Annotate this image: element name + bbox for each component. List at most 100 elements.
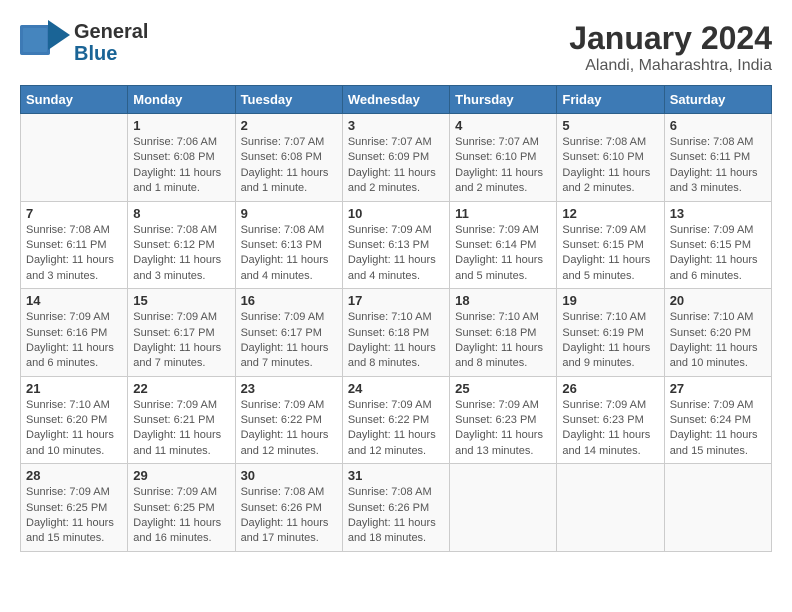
calendar-cell bbox=[21, 114, 128, 202]
column-header-friday: Friday bbox=[557, 86, 664, 114]
calendar-cell: 24 Sunrise: 7:09 AMSunset: 6:22 PMDayligh… bbox=[342, 376, 449, 464]
calendar-cell: 8 Sunrise: 7:08 AMSunset: 6:12 PMDaylight… bbox=[128, 201, 235, 289]
day-info: Sunrise: 7:08 AMSunset: 6:11 PMDaylight:… bbox=[26, 223, 122, 285]
day-info: Sunrise: 7:10 AMSunset: 6:18 PMDaylight:… bbox=[348, 310, 444, 372]
day-number: 31 bbox=[348, 468, 444, 483]
calendar-week-row: 28 Sunrise: 7:09 AMSunset: 6:25 PMDayligh… bbox=[21, 464, 772, 552]
day-info: Sunrise: 7:09 AMSunset: 6:15 PMDaylight:… bbox=[562, 223, 658, 285]
day-info: Sunrise: 7:08 AMSunset: 6:11 PMDaylight:… bbox=[670, 135, 766, 197]
day-info: Sunrise: 7:10 AMSunset: 6:18 PMDaylight:… bbox=[455, 310, 551, 372]
day-info: Sunrise: 7:07 AMSunset: 6:10 PMDaylight:… bbox=[455, 135, 551, 197]
calendar-cell bbox=[664, 464, 771, 552]
calendar-cell: 4 Sunrise: 7:07 AMSunset: 6:10 PMDaylight… bbox=[450, 114, 557, 202]
day-number: 10 bbox=[348, 206, 444, 221]
day-number: 8 bbox=[133, 206, 229, 221]
calendar-cell: 7 Sunrise: 7:08 AMSunset: 6:11 PMDaylight… bbox=[21, 201, 128, 289]
day-number: 29 bbox=[133, 468, 229, 483]
day-number: 25 bbox=[455, 381, 551, 396]
calendar-table: SundayMondayTuesdayWednesdayThursdayFrid… bbox=[20, 85, 772, 552]
day-info: Sunrise: 7:06 AMSunset: 6:08 PMDaylight:… bbox=[133, 135, 229, 197]
calendar-cell: 29 Sunrise: 7:09 AMSunset: 6:25 PMDayligh… bbox=[128, 464, 235, 552]
calendar-cell: 19Sunrise: 7:10 AMSunset: 6:19 PMDayligh… bbox=[557, 289, 664, 377]
day-info: Sunrise: 7:08 AMSunset: 6:12 PMDaylight:… bbox=[133, 223, 229, 285]
calendar-cell: 9 Sunrise: 7:08 AMSunset: 6:13 PMDaylight… bbox=[235, 201, 342, 289]
calendar-cell: 23Sunrise: 7:09 AMSunset: 6:22 PMDayligh… bbox=[235, 376, 342, 464]
day-info: Sunrise: 7:09 AMSunset: 6:17 PMDaylight:… bbox=[133, 310, 229, 372]
day-info: Sunrise: 7:07 AMSunset: 6:08 PMDaylight:… bbox=[241, 135, 337, 197]
day-info: Sunrise: 7:09 AMSunset: 6:16 PMDaylight:… bbox=[26, 310, 122, 372]
calendar-cell: 15Sunrise: 7:09 AMSunset: 6:17 PMDayligh… bbox=[128, 289, 235, 377]
calendar-cell: 5 Sunrise: 7:08 AMSunset: 6:10 PMDaylight… bbox=[557, 114, 664, 202]
day-info: Sunrise: 7:10 AMSunset: 6:20 PMDaylight:… bbox=[670, 310, 766, 372]
calendar-cell: 13 Sunrise: 7:09 AMSunset: 6:15 PMDayligh… bbox=[664, 201, 771, 289]
day-number: 28 bbox=[26, 468, 122, 483]
calendar-week-row: 14 Sunrise: 7:09 AMSunset: 6:16 PMDayligh… bbox=[21, 289, 772, 377]
calendar-cell: 17 Sunrise: 7:10 AMSunset: 6:18 PMDayligh… bbox=[342, 289, 449, 377]
day-number: 30 bbox=[241, 468, 337, 483]
calendar-body: 1 Sunrise: 7:06 AMSunset: 6:08 PMDaylight… bbox=[21, 114, 772, 552]
day-info: Sunrise: 7:09 AMSunset: 6:13 PMDaylight:… bbox=[348, 223, 444, 285]
calendar-cell: 1 Sunrise: 7:06 AMSunset: 6:08 PMDaylight… bbox=[128, 114, 235, 202]
calendar-cell: 11 Sunrise: 7:09 AMSunset: 6:14 PMDayligh… bbox=[450, 201, 557, 289]
day-number: 1 bbox=[133, 118, 229, 133]
day-info: Sunrise: 7:09 AMSunset: 6:23 PMDaylight:… bbox=[455, 398, 551, 460]
day-info: Sunrise: 7:09 AMSunset: 6:25 PMDaylight:… bbox=[26, 485, 122, 547]
calendar-title-block: January 2024 Alandi, Maharashtra, India bbox=[569, 20, 772, 75]
calendar-title: January 2024 bbox=[569, 20, 772, 57]
day-number: 14 bbox=[26, 293, 122, 308]
day-number: 24 bbox=[348, 381, 444, 396]
day-number: 17 bbox=[348, 293, 444, 308]
day-number: 5 bbox=[562, 118, 658, 133]
calendar-cell: 18 Sunrise: 7:10 AMSunset: 6:18 PMDayligh… bbox=[450, 289, 557, 377]
calendar-cell: 2 Sunrise: 7:07 AMSunset: 6:08 PMDaylight… bbox=[235, 114, 342, 202]
day-number: 26 bbox=[562, 381, 658, 396]
day-info: Sunrise: 7:09 AMSunset: 6:14 PMDaylight:… bbox=[455, 223, 551, 285]
day-number: 21 bbox=[26, 381, 122, 396]
calendar-cell: 26 Sunrise: 7:09 AMSunset: 6:23 PMDayligh… bbox=[557, 376, 664, 464]
calendar-cell: 10 Sunrise: 7:09 AMSunset: 6:13 PMDayligh… bbox=[342, 201, 449, 289]
day-number: 9 bbox=[241, 206, 337, 221]
day-number: 19 bbox=[562, 293, 658, 308]
day-number: 20 bbox=[670, 293, 766, 308]
day-number: 3 bbox=[348, 118, 444, 133]
column-header-wednesday: Wednesday bbox=[342, 86, 449, 114]
header-row: SundayMondayTuesdayWednesdayThursdayFrid… bbox=[21, 86, 772, 114]
day-info: Sunrise: 7:09 AMSunset: 6:21 PMDaylight:… bbox=[133, 398, 229, 460]
day-number: 4 bbox=[455, 118, 551, 133]
day-info: Sunrise: 7:08 AMSunset: 6:26 PMDaylight:… bbox=[348, 485, 444, 547]
calendar-cell: 16 Sunrise: 7:09 AMSunset: 6:17 PMDayligh… bbox=[235, 289, 342, 377]
calendar-cell: 20 Sunrise: 7:10 AMSunset: 6:20 PMDayligh… bbox=[664, 289, 771, 377]
day-info: Sunrise: 7:10 AMSunset: 6:20 PMDaylight:… bbox=[26, 398, 122, 460]
day-number: 27 bbox=[670, 381, 766, 396]
logo: General Blue bbox=[20, 20, 148, 65]
calendar-week-row: 21 Sunrise: 7:10 AMSunset: 6:20 PMDayligh… bbox=[21, 376, 772, 464]
day-number: 6 bbox=[670, 118, 766, 133]
day-info: Sunrise: 7:09 AMSunset: 6:17 PMDaylight:… bbox=[241, 310, 337, 372]
day-info: Sunrise: 7:09 AMSunset: 6:15 PMDaylight:… bbox=[670, 223, 766, 285]
day-number: 2 bbox=[241, 118, 337, 133]
day-number: 23 bbox=[241, 381, 337, 396]
calendar-cell: 27 Sunrise: 7:09 AMSunset: 6:24 PMDayligh… bbox=[664, 376, 771, 464]
day-number: 16 bbox=[241, 293, 337, 308]
day-number: 13 bbox=[670, 206, 766, 221]
calendar-cell: 21 Sunrise: 7:10 AMSunset: 6:20 PMDayligh… bbox=[21, 376, 128, 464]
column-header-monday: Monday bbox=[128, 86, 235, 114]
day-info: Sunrise: 7:09 AMSunset: 6:22 PMDaylight:… bbox=[348, 398, 444, 460]
day-number: 11 bbox=[455, 206, 551, 221]
day-number: 18 bbox=[455, 293, 551, 308]
day-info: Sunrise: 7:07 AMSunset: 6:09 PMDaylight:… bbox=[348, 135, 444, 197]
day-number: 22 bbox=[133, 381, 229, 396]
calendar-cell bbox=[450, 464, 557, 552]
day-number: 12 bbox=[562, 206, 658, 221]
calendar-cell: 22 Sunrise: 7:09 AMSunset: 6:21 PMDayligh… bbox=[128, 376, 235, 464]
day-info: Sunrise: 7:08 AMSunset: 6:13 PMDaylight:… bbox=[241, 223, 337, 285]
day-info: Sunrise: 7:09 AMSunset: 6:23 PMDaylight:… bbox=[562, 398, 658, 460]
day-info: Sunrise: 7:09 AMSunset: 6:25 PMDaylight:… bbox=[133, 485, 229, 547]
calendar-cell: 6 Sunrise: 7:08 AMSunset: 6:11 PMDaylight… bbox=[664, 114, 771, 202]
day-info: Sunrise: 7:08 AMSunset: 6:10 PMDaylight:… bbox=[562, 135, 658, 197]
logo-text: General Blue bbox=[74, 21, 148, 65]
day-number: 7 bbox=[26, 206, 122, 221]
day-info: Sunrise: 7:09 AMSunset: 6:24 PMDaylight:… bbox=[670, 398, 766, 460]
calendar-week-row: 7 Sunrise: 7:08 AMSunset: 6:11 PMDaylight… bbox=[21, 201, 772, 289]
calendar-subtitle: Alandi, Maharashtra, India bbox=[569, 57, 772, 75]
